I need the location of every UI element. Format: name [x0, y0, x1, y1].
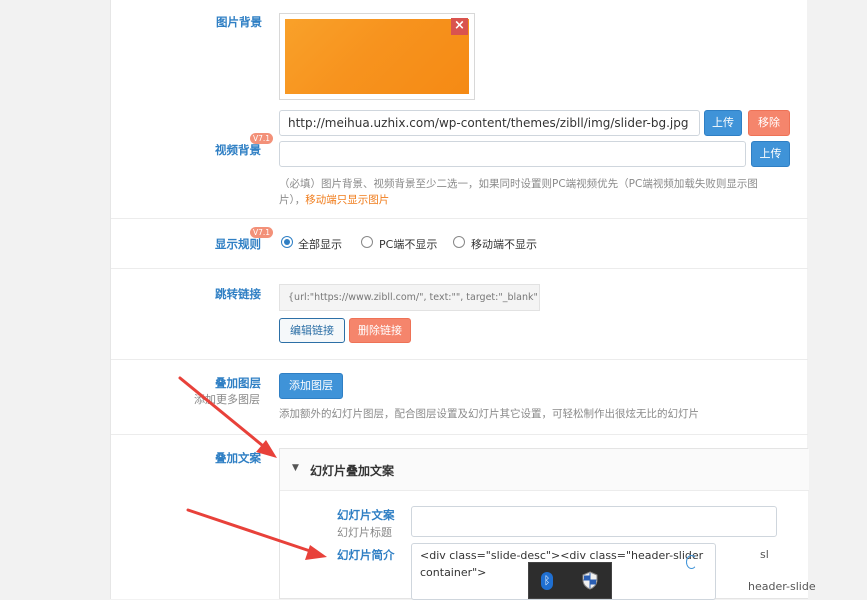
image-bg-label: 图片背景: [216, 15, 262, 29]
video-help-highlight: 移动端只显示图片: [305, 194, 390, 206]
radio-show-all-label: 全部显示: [298, 238, 342, 251]
divider: [111, 359, 808, 360]
edit-link-button[interactable]: 编辑链接: [279, 318, 345, 343]
chevron-down-icon: ▼: [292, 463, 299, 473]
image-bg-preview-frame[interactable]: ×: [279, 13, 475, 100]
right-fragment-2: header-slide: [748, 580, 816, 593]
radio-show-all[interactable]: [281, 236, 293, 248]
radio-hide-mobile[interactable]: [453, 236, 465, 248]
radio-hide-pc[interactable]: [361, 236, 373, 248]
delete-link-button[interactable]: 删除链接: [349, 318, 411, 343]
section-title: 幻灯片叠加文案: [310, 464, 395, 478]
link-label: 跳转链接: [215, 287, 261, 301]
remove-button[interactable]: 移除: [748, 110, 790, 136]
add-layer-button[interactable]: 添加图层: [279, 373, 343, 399]
taskbar-tray: ᛒ: [528, 562, 612, 599]
video-help-prefix: 片），: [279, 194, 306, 206]
bluetooth-icon[interactable]: ᛒ: [541, 572, 553, 590]
divider: [111, 268, 808, 269]
layers-label: 叠加图层: [215, 376, 261, 390]
video-url-input[interactable]: [279, 141, 746, 167]
image-bg-preview: [285, 19, 469, 94]
link-value: {url:"https://www.zibll.com/", text:"", …: [279, 284, 540, 311]
video-help-line2: 片），移动端只显示图片: [279, 192, 389, 207]
slide-desc-label: 幻灯片简介: [337, 548, 395, 562]
divider: [111, 434, 808, 435]
loading-icon: [686, 555, 697, 569]
divider: [111, 218, 808, 219]
section-header[interactable]: ▼ 幻灯片叠加文案: [280, 449, 809, 491]
radio-hide-pc-label: PC端不显示: [379, 238, 438, 251]
slide-title-input[interactable]: [411, 506, 777, 537]
layers-help: 添加额外的幻灯片图层，配合图层设置及幻灯片其它设置，可轻松制作出很炫无比的幻灯片: [279, 408, 699, 420]
right-fragment-1: sl: [760, 548, 769, 561]
image-url-input[interactable]: http://meihua.uzhix.com/wp-content/theme…: [279, 110, 700, 136]
slide-title-sublabel: 幻灯片标题: [337, 526, 392, 539]
video-bg-label: 视频背景: [215, 143, 261, 157]
settings-panel: 图片背景 × V7.1 视频背景 http://meihua.uzhix.com…: [110, 0, 809, 600]
overlay-text-label: 叠加文案: [215, 451, 261, 465]
upload-button[interactable]: 上传: [704, 110, 742, 136]
display-rule-label: 显示规则: [215, 237, 261, 251]
radio-hide-mobile-label: 移动端不显示: [471, 238, 537, 251]
layers-sublabel: 添加更多图层: [194, 393, 260, 406]
video-help-line1: （必填）图片背景、视频背景至少二选一，如果同时设置则PC端视频优先（PC端视频加…: [279, 178, 758, 190]
close-icon[interactable]: ×: [451, 18, 468, 35]
video-upload-button[interactable]: 上传: [751, 141, 790, 167]
slide-title-label: 幻灯片文案: [337, 508, 395, 522]
shield-icon[interactable]: [582, 571, 598, 590]
